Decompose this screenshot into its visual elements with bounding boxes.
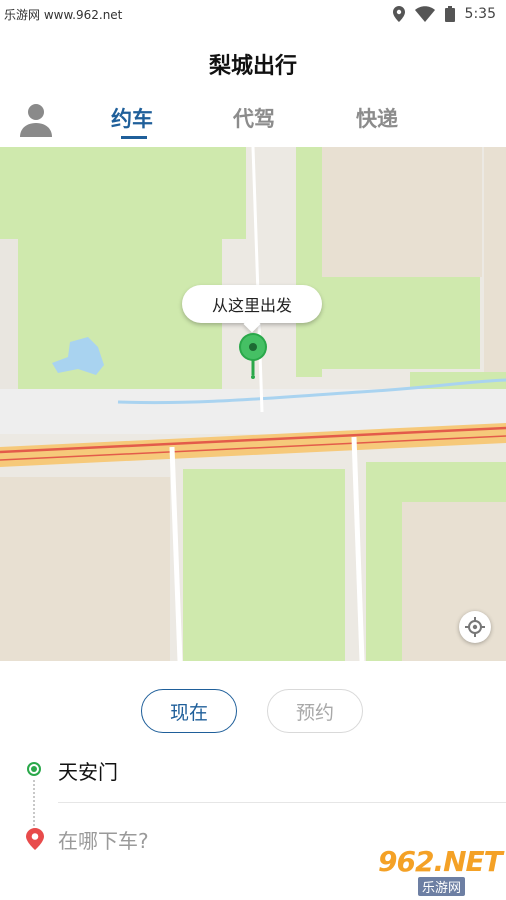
page-title: 梨城出行 [208, 54, 297, 79]
destination-placeholder: 在哪下车? [58, 829, 149, 853]
map-canvas [0, 147, 506, 661]
tab-designated-driver[interactable]: 代驾 [233, 103, 275, 133]
map-view[interactable] [0, 147, 506, 661]
wifi-icon [414, 6, 435, 22]
origin-address: 天安门 [58, 760, 118, 784]
profile-avatar-button[interactable] [18, 101, 54, 137]
crosshair-icon [465, 617, 485, 637]
locate-me-button[interactable] [459, 611, 491, 643]
reserve-button[interactable]: 预约 [267, 689, 363, 733]
pickup-pin-icon [238, 333, 268, 379]
route-divider [58, 802, 506, 803]
watermark-sub: 乐游网 [418, 877, 466, 896]
user-icon [20, 104, 52, 137]
route-connector-line [33, 780, 35, 826]
location-icon [392, 6, 405, 22]
status-bar-icons: 5:35 [392, 6, 506, 22]
tab-ride[interactable]: 约车 [111, 103, 153, 133]
status-time: 5:35 [464, 6, 496, 22]
site-watermark: 962.NET 乐游网 [368, 845, 503, 896]
battery-icon [444, 6, 455, 22]
origin-row[interactable]: 天安门 [0, 756, 506, 806]
status-bar-carrier-text: 乐游网 www.962.net [4, 7, 123, 22]
active-tab-indicator [121, 136, 147, 139]
status-bar: 乐游网 www.962.net 5:35 [0, 0, 506, 28]
start-point-bubble[interactable]: 从这里出发 [182, 285, 322, 323]
tab-bar: 约车 代驾 快递 [0, 95, 506, 145]
tab-express[interactable]: 快递 [356, 103, 398, 133]
watermark-logo: 962.NET [378, 845, 503, 878]
now-button[interactable]: 现在 [141, 689, 237, 733]
